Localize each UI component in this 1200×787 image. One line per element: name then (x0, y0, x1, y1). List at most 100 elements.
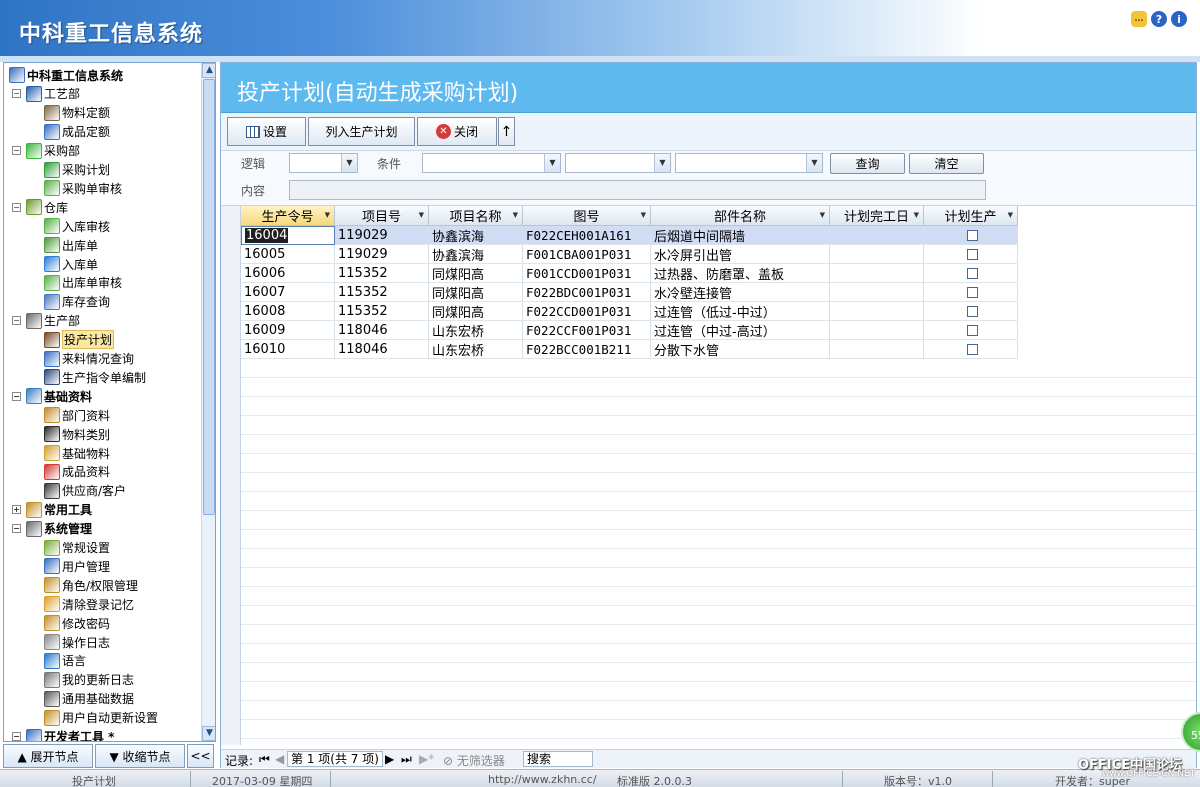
table-cell[interactable]: F022BCC001B211 (523, 340, 651, 359)
sort-dropdown-icon[interactable]: ▼ (419, 211, 424, 219)
table-cell[interactable]: 119029 (335, 226, 429, 245)
plan-production-checkbox[interactable] (966, 267, 978, 279)
sidebar-item[interactable]: 来料情况查询 (44, 350, 134, 368)
plan-production-cell[interactable] (924, 245, 1018, 264)
sidebar-scrollbar[interactable]: ▲ ▼ (201, 63, 215, 741)
table-cell[interactable] (830, 264, 924, 283)
collapse-nodes-button[interactable]: ▼ 收缩节点 (95, 744, 185, 768)
sidebar-item[interactable]: 基础物料 (44, 444, 110, 462)
column-header[interactable]: 计划生产 ▼ (924, 206, 1018, 226)
sidebar-item[interactable]: 常规设置 (44, 539, 110, 557)
clear-button[interactable]: 清空 (909, 153, 984, 174)
table-cell[interactable]: 同煤阳高 (429, 283, 523, 302)
toggle-sidebar-button[interactable]: << (187, 744, 214, 768)
first-record-button[interactable]: ⏮ (259, 752, 270, 767)
plan-production-checkbox[interactable] (966, 305, 978, 317)
table-cell[interactable] (830, 283, 924, 302)
sidebar-item[interactable]: 成品定额 (44, 123, 110, 141)
next-record-button[interactable]: ▶ (385, 752, 394, 766)
table-cell[interactable]: 16004 (241, 226, 335, 245)
sidebar-item[interactable]: − 开发者工具 * (12, 728, 114, 741)
table-cell[interactable]: 115352 (335, 302, 429, 321)
table-cell[interactable] (830, 302, 924, 321)
sidebar-item[interactable]: 角色/权限管理 (44, 576, 138, 594)
table-cell[interactable]: 16006 (241, 264, 335, 283)
plan-production-cell[interactable] (924, 226, 1018, 245)
plan-production-checkbox[interactable] (966, 229, 978, 241)
sidebar-item[interactable]: 物料类别 (44, 425, 110, 443)
scroll-up-button[interactable]: ▲ (202, 63, 215, 78)
collapse-icon[interactable]: − (12, 316, 21, 326)
table-cell[interactable]: 16009 (241, 321, 335, 340)
plan-production-cell[interactable] (924, 283, 1018, 302)
info-icon[interactable]: i (1171, 11, 1187, 27)
sidebar-item[interactable]: 库存查询 (44, 293, 110, 311)
collapse-icon[interactable]: − (12, 732, 21, 741)
column-header[interactable]: 部件名称 ▼ (651, 206, 830, 226)
content-input[interactable] (289, 180, 986, 200)
close-button[interactable]: ✕ 关闭 (417, 117, 497, 146)
table-cell[interactable]: 115352 (335, 264, 429, 283)
column-header[interactable]: 计划完工日 ▼ (830, 206, 924, 226)
table-cell[interactable]: 协鑫滨海 (429, 226, 523, 245)
table-cell[interactable]: 16007 (241, 283, 335, 302)
expand-nodes-button[interactable]: ▲ 展开节点 (3, 744, 93, 768)
table-cell[interactable]: 16005 (241, 245, 335, 264)
sidebar-item[interactable]: 投产计划 (44, 330, 115, 350)
table-cell[interactable]: 16010 (241, 340, 335, 359)
column-header[interactable]: 项目名称 ▼ (429, 206, 523, 226)
table-cell[interactable] (830, 340, 924, 359)
column-header[interactable]: 项目号 ▼ (335, 206, 429, 226)
sidebar-item[interactable]: 中科重工信息系统 (9, 66, 123, 84)
column-header[interactable]: 生产令号 ▼ (241, 206, 335, 226)
collapse-icon[interactable]: − (12, 524, 21, 534)
collapse-icon[interactable]: − (12, 146, 21, 156)
table-cell[interactable]: F001CBA001P031 (523, 245, 651, 264)
sidebar-item[interactable]: 生产指令单编制 (44, 368, 146, 386)
move-up-button[interactable]: ↑ (498, 117, 515, 146)
expand-icon[interactable]: + (12, 505, 21, 515)
sort-dropdown-icon[interactable]: ▼ (325, 211, 330, 219)
table-cell[interactable]: F022CEH001A161 (523, 226, 651, 245)
table-cell[interactable]: 协鑫滨海 (429, 245, 523, 264)
sidebar-item[interactable]: 出库单 (44, 236, 98, 254)
collapse-icon[interactable]: − (12, 202, 21, 212)
table-cell[interactable]: F022CCF001P031 (523, 321, 651, 340)
sidebar-item[interactable]: 供应商/客户 (44, 482, 126, 500)
table-cell[interactable] (830, 245, 924, 264)
sort-dropdown-icon[interactable]: ▼ (513, 211, 518, 219)
sidebar-item[interactable]: − 基础资料 (12, 387, 92, 405)
new-record-button[interactable]: ▶* (419, 752, 434, 766)
plan-production-cell[interactable] (924, 340, 1018, 359)
sort-dropdown-icon[interactable]: ▼ (1008, 211, 1013, 219)
table-cell[interactable]: 过连管（低过-中过） (651, 302, 830, 321)
sidebar-item[interactable]: 我的更新日志 (44, 671, 134, 689)
search-box[interactable]: 搜索 (523, 751, 593, 767)
plan-production-cell[interactable] (924, 264, 1018, 283)
sidebar-item[interactable]: 清除登录记忆 (44, 595, 134, 613)
table-cell[interactable] (830, 321, 924, 340)
table-cell[interactable]: 山东宏桥 (429, 340, 523, 359)
scroll-down-button[interactable]: ▼ (202, 726, 215, 741)
table-cell[interactable]: F022CCD001P031 (523, 302, 651, 321)
table-cell[interactable]: 同煤阳高 (429, 264, 523, 283)
table-cell[interactable]: 水冷屏引出管 (651, 245, 830, 264)
sidebar-item[interactable]: 物料定额 (44, 104, 110, 122)
plan-production-checkbox[interactable] (966, 286, 978, 298)
value-select[interactable]: ▼ (675, 153, 823, 173)
no-filter-button[interactable]: ⊘ 无筛选器 (443, 752, 505, 769)
table-cell[interactable]: 山东宏桥 (429, 321, 523, 340)
table-cell[interactable]: F022BDC001P031 (523, 283, 651, 302)
collapse-icon[interactable]: − (12, 89, 21, 99)
sidebar-item[interactable]: 成品资料 (44, 463, 110, 481)
query-button[interactable]: 查询 (830, 153, 905, 174)
table-cell[interactable]: 同煤阳高 (429, 302, 523, 321)
column-header[interactable]: 图号 ▼ (523, 206, 651, 226)
last-record-button[interactable]: ⏭ (401, 752, 412, 767)
page-indicator[interactable]: 第 1 项(共 7 项) (287, 751, 383, 767)
sidebar-item[interactable]: 修改密码 (44, 614, 110, 632)
chat-icon[interactable]: … (1131, 11, 1147, 27)
table-cell[interactable]: 118046 (335, 340, 429, 359)
table-cell[interactable]: 水冷壁连接管 (651, 283, 830, 302)
sort-dropdown-icon[interactable]: ▼ (641, 211, 646, 219)
